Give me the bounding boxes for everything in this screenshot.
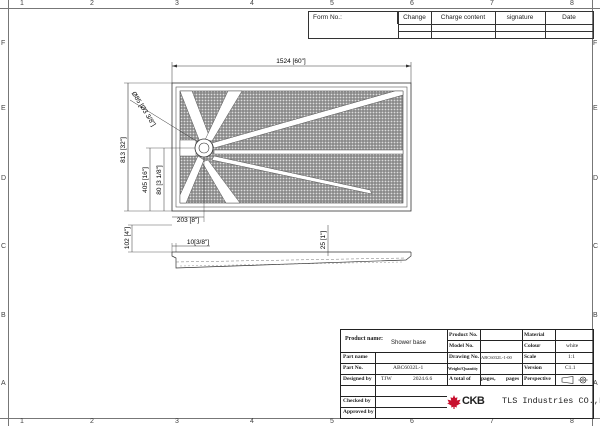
part-no-value: ABC6032L-1 bbox=[393, 365, 424, 371]
ruler-mark-1-bottom: 1 bbox=[20, 418, 24, 425]
dim-drain-y1: 405 [16"] bbox=[142, 167, 149, 193]
dim-drain-x: 203 [8"] bbox=[177, 217, 199, 224]
tb-line bbox=[375, 352, 376, 418]
ruler-mark-7-bottom: 7 bbox=[490, 418, 494, 425]
dim-lip: 10[3/8"] bbox=[187, 239, 209, 246]
part-no-label: Part No. bbox=[343, 365, 363, 371]
date-value: 2024.6.6 bbox=[413, 376, 433, 382]
ruler-mark-2-bottom: 2 bbox=[90, 418, 94, 425]
dim-drain-y2: 80 [3 1/8"] bbox=[156, 165, 163, 195]
company-name: TLS Industries CO.,Ltd bbox=[502, 396, 600, 406]
dim-width: 1524 [60"] bbox=[276, 58, 306, 65]
perspective-label: Perspective bbox=[524, 376, 551, 382]
colour-label: Colour bbox=[524, 343, 541, 349]
dim-side-height: 102 [4"] bbox=[124, 227, 131, 249]
projection-symbol-icon bbox=[561, 376, 588, 384]
model-no-label: Model No. bbox=[449, 343, 474, 349]
tb-line bbox=[341, 385, 593, 386]
scale-label: Scale bbox=[524, 354, 537, 360]
version-value: C1.1 bbox=[565, 365, 576, 371]
weight-label: Weight/Quantity bbox=[448, 366, 479, 371]
dim-drain-diameter: Ø85 [Ø3 3/8"] bbox=[130, 91, 157, 128]
drawing-no-value: ABC6032L-1-00 bbox=[481, 355, 512, 360]
product-name-label: Product name: bbox=[345, 336, 384, 342]
tb-line bbox=[522, 330, 523, 385]
drawing-no-label: Drawing No. bbox=[449, 354, 479, 360]
material-label: Material bbox=[524, 332, 545, 338]
tb-line bbox=[447, 340, 593, 341]
company-logo-area: CKB TLS Industries CO.,Ltd bbox=[447, 392, 600, 410]
product-name-value: Shower base bbox=[391, 340, 427, 346]
dim-flange: 25 [1"] bbox=[320, 231, 327, 250]
scale-value: 1:1 bbox=[568, 354, 576, 360]
part-name-label: Part name bbox=[343, 354, 368, 360]
pages-label: pages, bbox=[481, 376, 496, 382]
colour-value: white bbox=[566, 343, 579, 349]
designer-value: TJW bbox=[381, 376, 392, 382]
ruler-mark-3-bottom: 3 bbox=[175, 418, 179, 425]
title-block: Product name: Shower base Product No. Mo… bbox=[340, 329, 600, 419]
total-label: A total of bbox=[449, 376, 471, 382]
company-logo: CKB bbox=[462, 395, 485, 407]
product-no-label: Product No. bbox=[449, 332, 478, 338]
checked-by-label: Checked by bbox=[343, 398, 371, 404]
shower-base-drawing: 1524 [60"] 813 [32"] Ø85 [Ø3 3/8"] 405 [… bbox=[120, 58, 412, 269]
ruler-mark-a: A bbox=[1, 380, 6, 387]
dim-height: 813 [32"] bbox=[120, 137, 127, 163]
ruler-mark-4-bottom: 4 bbox=[250, 418, 254, 425]
ruler-mark-6-bottom: 6 bbox=[410, 418, 414, 425]
approved-by-label: Approved by bbox=[343, 409, 374, 415]
tb-line bbox=[447, 330, 448, 385]
pages-label-2: pages bbox=[506, 376, 520, 382]
maple-leaf-icon bbox=[447, 395, 461, 409]
ruler-mark-8-bottom: 8 bbox=[570, 418, 574, 425]
designed-by-label: Designed by bbox=[343, 376, 372, 382]
ruler-mark-5-bottom: 5 bbox=[330, 418, 334, 425]
version-label: Version bbox=[524, 365, 542, 371]
tb-line bbox=[555, 330, 556, 385]
